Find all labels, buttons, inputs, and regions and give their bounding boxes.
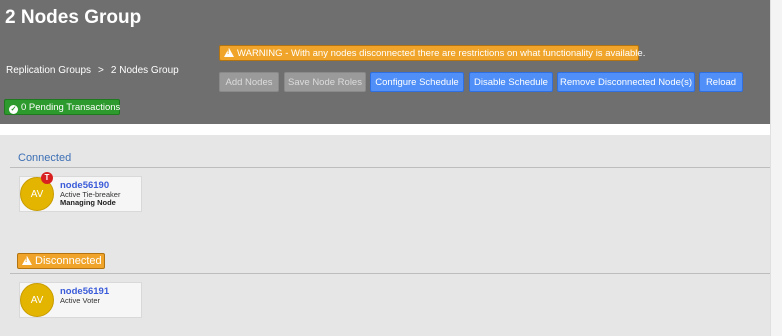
page-title: 2 Nodes Group [5,7,142,28]
warning-text: WARNING - With any nodes disconnected th… [237,48,646,59]
warning-icon [22,256,32,265]
breadcrumb-replication-groups[interactable]: Replication Groups [6,65,91,76]
avatar: AV [20,283,54,317]
reload-button[interactable]: Reload [699,72,743,92]
warning-banner: WARNING - With any nodes disconnected th… [219,45,645,61]
check-circle-icon: ✓ [9,105,18,114]
warning-icon [224,48,234,57]
vertical-scrollbar[interactable] [770,0,782,336]
pending-transactions-label: 0 Pending Transactions [21,102,121,113]
disconnected-divider [10,273,770,274]
disable-schedule-button[interactable]: Disable Schedule [469,72,553,92]
page-header: 2 Nodes Group Replication Groups >2 Nodes… [0,0,770,124]
add-nodes-button[interactable]: Add Nodes [219,72,279,92]
breadcrumb-current: 2 Nodes Group [110,65,179,76]
connected-divider [10,167,770,168]
configure-schedule-button[interactable]: Configure Schedule [370,72,464,92]
header-divider [0,124,770,135]
breadcrumb: Replication Groups >2 Nodes Group [6,65,179,76]
disconnected-section-title: Disconnected [17,253,105,269]
remove-disconnected-nodes-button[interactable]: Remove Disconnected Node(s) [557,72,695,92]
save-node-roles-button[interactable]: Save Node Roles [284,72,366,92]
breadcrumb-separator: > [98,65,104,76]
tie-breaker-badge: T [41,172,53,184]
node-role: Active Voter [60,296,101,305]
connected-section-title: Connected [18,152,72,164]
disconnected-label: Disconnected [35,255,102,267]
node-managing-label: Managing Node [60,198,116,207]
pending-transactions-badge[interactable]: ✓ 0 Pending Transactions [4,99,120,115]
